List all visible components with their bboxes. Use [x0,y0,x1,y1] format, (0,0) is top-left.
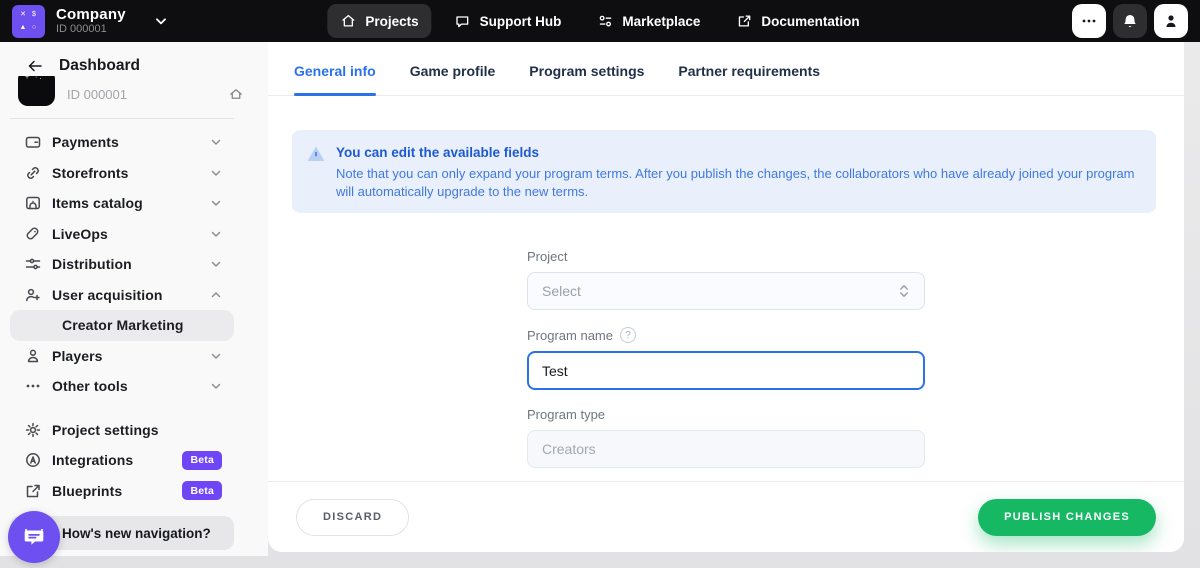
program-name-input[interactable] [527,351,925,390]
chevron-down-icon [210,350,222,362]
top-actions [1072,4,1188,38]
sidebar-item-liveops[interactable]: LiveOps [10,219,234,250]
chevron-down-icon [210,228,222,240]
project-select-value: Select [542,283,581,299]
project-select[interactable]: Select [527,272,925,310]
sidebar-item-players[interactable]: Players [10,341,234,372]
ellipsis-icon [24,377,42,395]
program-type-label: Program type [527,407,925,422]
warning-icon [306,144,326,164]
tab-partner-requirements[interactable]: Partner requirements [678,63,820,95]
sidebar-title: Dashboard [59,57,140,75]
beta-badge: Beta [182,451,222,470]
more-options-button[interactable] [1072,4,1106,38]
sidebar-item-other-tools[interactable]: Other tools [10,371,234,402]
tag-icon [24,225,42,243]
sidebar-item-storefronts[interactable]: Storefronts [10,158,234,189]
home-icon [340,13,356,29]
integration-icon [24,451,42,469]
info-banner: You can edit the available fields Note t… [292,130,1156,213]
link-icon [24,164,42,182]
top-bar: ✕$ ▲○ Company ID 000001 Projects Support… [0,0,1200,42]
chevron-down-icon [210,167,222,179]
chevron-down-icon [210,197,222,209]
tab-bar: General info Game profile Program settin… [268,42,1184,96]
nav-marketplace[interactable]: Marketplace [584,4,713,38]
project-row[interactable]: + ·: ID 000001 [0,76,268,106]
company-logo[interactable]: ✕$ ▲○ [12,5,45,38]
home-icon[interactable] [228,86,244,106]
user-icon [1162,12,1180,30]
project-avatar: + ·: [18,76,55,106]
program-type-field: Creators [527,430,925,468]
sidebar-item-user-acquisition[interactable]: User acquisition [10,280,234,311]
user-icon [24,347,42,365]
project-label: Project [527,249,925,264]
beta-badge: Beta [182,481,222,500]
sidebar-menu: Payments Storefronts Items catalog LiveO… [0,127,268,402]
info-banner-body: Note that you can only expand your progr… [336,165,1136,200]
discard-button[interactable]: DISCARD [296,499,409,536]
chevron-down-icon [210,380,222,392]
top-navigation: Projects Support Hub Marketplace Documen… [327,4,872,38]
company-switcher[interactable]: Company ID 000001 [56,6,126,36]
user-plus-icon [24,286,42,304]
form-footer: DISCARD PUBLISH CHANGES [268,481,1184,552]
bell-icon [1121,12,1139,30]
nav-projects[interactable]: Projects [327,4,431,38]
select-chevrons-icon [898,283,910,299]
sidebar-item-creator-marketing[interactable]: Creator Marketing [10,310,234,341]
company-id: ID 000001 [56,23,126,36]
sidebar-item-blueprints[interactable]: Blueprints Beta [10,476,234,507]
program-name-label: Program name ? [527,327,925,343]
publish-changes-button[interactable]: PUBLISH CHANGES [978,499,1156,536]
sliders-icon [24,255,42,273]
sidebar-item-payments[interactable]: Payments [10,127,234,158]
chat-icon [455,13,471,29]
project-id: ID 000001 [67,87,127,106]
ellipsis-icon [1080,12,1098,30]
sidebar-divider [10,118,234,119]
sidebar-item-integrations[interactable]: Integrations Beta [10,445,234,476]
chevron-down-icon [210,258,222,270]
help-icon[interactable]: ? [620,327,636,343]
nav-documentation[interactable]: Documentation [723,4,872,38]
external-link-icon [24,482,42,500]
chevron-down-icon [210,136,222,148]
notifications-button[interactable] [1113,4,1147,38]
program-form: Project Select Program name ? Program ty… [527,249,925,468]
main-panel: General info Game profile Program settin… [268,42,1184,552]
sidebar-item-project-settings[interactable]: Project settings [10,415,234,446]
tab-general-info[interactable]: General info [294,63,376,95]
chevron-up-icon [210,289,222,301]
info-banner-title: You can edit the available fields [336,143,1136,162]
box-icon [24,194,42,212]
sidebar: Dashboard + ·: ID 000001 Payments Storef… [0,42,268,556]
tab-program-settings[interactable]: Program settings [529,63,644,95]
external-link-icon [736,13,752,29]
chevron-down-icon[interactable] [154,14,168,28]
tab-game-profile[interactable]: Game profile [410,63,496,95]
program-type-value: Creators [542,441,596,457]
marketplace-icon [597,13,613,29]
sidebar-item-items-catalog[interactable]: Items catalog [10,188,234,219]
gear-icon [24,421,42,439]
company-name: Company [56,6,126,23]
wallet-icon [24,133,42,151]
nav-support-hub[interactable]: Support Hub [442,4,575,38]
sidebar-secondary-menu: Project settings Integrations Beta Bluep… [0,415,268,507]
arrow-left-icon [26,57,44,75]
chat-widget-button[interactable] [8,511,60,563]
back-to-dashboard[interactable]: Dashboard [0,42,268,75]
account-button[interactable] [1154,4,1188,38]
sidebar-item-distribution[interactable]: Distribution [10,249,234,280]
chat-icon [21,524,47,550]
